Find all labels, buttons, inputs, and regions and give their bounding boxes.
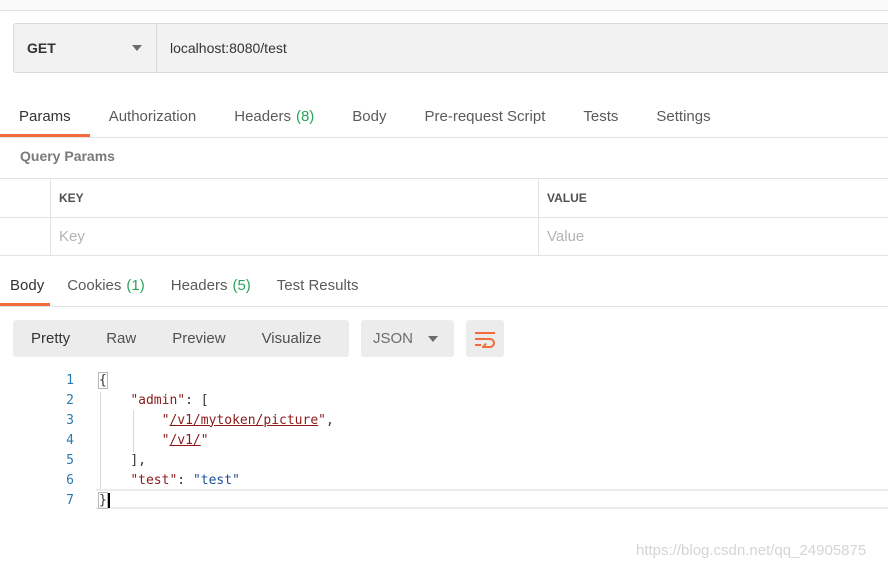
tab-pre-request-script[interactable]: Pre-request Script: [406, 96, 565, 136]
tab-headers[interactable]: Headers (8): [215, 96, 333, 136]
tab-authorization[interactable]: Authorization: [90, 96, 216, 136]
tab-label: Body: [10, 277, 45, 294]
tab-label: Body: [352, 107, 387, 125]
tab-label: Test Results: [276, 277, 359, 294]
line-number: 2: [66, 392, 74, 408]
tab-tests[interactable]: Tests: [564, 96, 637, 136]
tab-label: Authorization: [108, 107, 197, 125]
tab-response-body[interactable]: Body: [0, 266, 54, 306]
tab-label: Pre-request Script: [424, 107, 546, 125]
key-column-header: KEY: [50, 179, 538, 217]
tab-count-badge: (5): [232, 277, 251, 294]
json-brace: {: [98, 371, 108, 389]
value-input[interactable]: Value: [538, 218, 888, 255]
tab-label: Settings: [656, 107, 711, 125]
response-tabs: Body Cookies (1) Headers (5) Test Results: [0, 266, 888, 307]
code-line: 4 "/v1/": [0, 430, 888, 450]
code-line: 2 "admin": [: [0, 390, 888, 410]
json-string-value: "test": [192, 472, 240, 488]
tab-count-badge: (1): [126, 277, 145, 294]
pretty-button[interactable]: Pretty: [13, 320, 88, 357]
chevron-down-icon: [132, 45, 142, 51]
tab-label: Params: [19, 107, 71, 125]
json-key: "test": [130, 472, 178, 488]
url-text: localhost:8080/test: [170, 40, 287, 56]
format-label: JSON: [373, 330, 414, 347]
table-header-row: KEY VALUE: [0, 178, 888, 217]
request-url-bar: GET localhost:8080/test: [13, 23, 888, 73]
table-row: Key Value: [0, 217, 888, 256]
method-label: GET: [27, 40, 56, 56]
json-link-value[interactable]: /v1/: [169, 433, 200, 448]
response-body-editor[interactable]: 1 { 2 "admin": [ 3 "/v1/mytoken/picture"…: [0, 370, 888, 510]
tab-body[interactable]: Body: [333, 96, 405, 136]
value-column-header: VALUE: [538, 179, 888, 217]
checkbox-column-header: [0, 179, 50, 217]
code-line: 7 }: [0, 490, 888, 510]
tab-label: Cookies: [67, 277, 122, 294]
tab-label: Tests: [583, 107, 619, 125]
row-checkbox-cell: [0, 218, 50, 255]
line-number: 4: [66, 432, 74, 448]
visualize-button[interactable]: Visualize: [244, 320, 340, 357]
raw-button[interactable]: Raw: [88, 320, 154, 357]
tab-label: Headers: [234, 107, 291, 125]
wrap-lines-icon: [475, 331, 495, 348]
query-params-table: KEY VALUE Key Value: [0, 178, 888, 256]
json-punct: : [: [185, 392, 209, 408]
code-line: 5 ],: [0, 450, 888, 470]
code-line: 3 "/v1/mytoken/picture",: [0, 410, 888, 430]
line-number: 5: [66, 452, 74, 468]
line-number: 3: [66, 412, 74, 428]
watermark: https://blog.csdn.net/qq_24905875: [636, 542, 867, 559]
code-line: 6 "test": "test": [0, 470, 888, 490]
chevron-down-icon: [428, 336, 438, 342]
text-cursor: [107, 492, 110, 508]
query-params-title: Query Params: [20, 148, 115, 164]
url-input[interactable]: localhost:8080/test: [157, 24, 888, 72]
key-input[interactable]: Key: [50, 218, 538, 255]
tab-cookies[interactable]: Cookies (1): [54, 266, 158, 305]
tab-params[interactable]: Params: [0, 96, 90, 137]
code-line: 1 {: [0, 370, 888, 390]
tab-response-headers[interactable]: Headers (5): [158, 266, 264, 305]
line-number: 7: [66, 492, 74, 508]
method-select[interactable]: GET: [14, 24, 157, 72]
tab-count-badge: (8): [295, 107, 315, 125]
json-punct: ],: [130, 452, 146, 468]
tab-settings[interactable]: Settings: [637, 96, 729, 136]
format-select[interactable]: JSON: [361, 320, 454, 357]
line-number: 1: [66, 372, 74, 388]
top-strip: [0, 0, 888, 11]
json-key: "admin": [130, 392, 186, 408]
line-number: 6: [66, 472, 74, 488]
json-link-value[interactable]: /v1/mytoken/picture: [169, 413, 318, 428]
json-brace: }: [98, 491, 108, 509]
preview-button[interactable]: Preview: [154, 320, 243, 357]
view-mode-group: Pretty Raw Preview Visualize: [13, 320, 349, 357]
tab-test-results[interactable]: Test Results: [264, 266, 372, 305]
request-tabs: Params Authorization Headers (8) Body Pre…: [0, 96, 888, 138]
wrap-lines-button[interactable]: [466, 320, 504, 357]
tab-label: Headers: [170, 277, 228, 294]
